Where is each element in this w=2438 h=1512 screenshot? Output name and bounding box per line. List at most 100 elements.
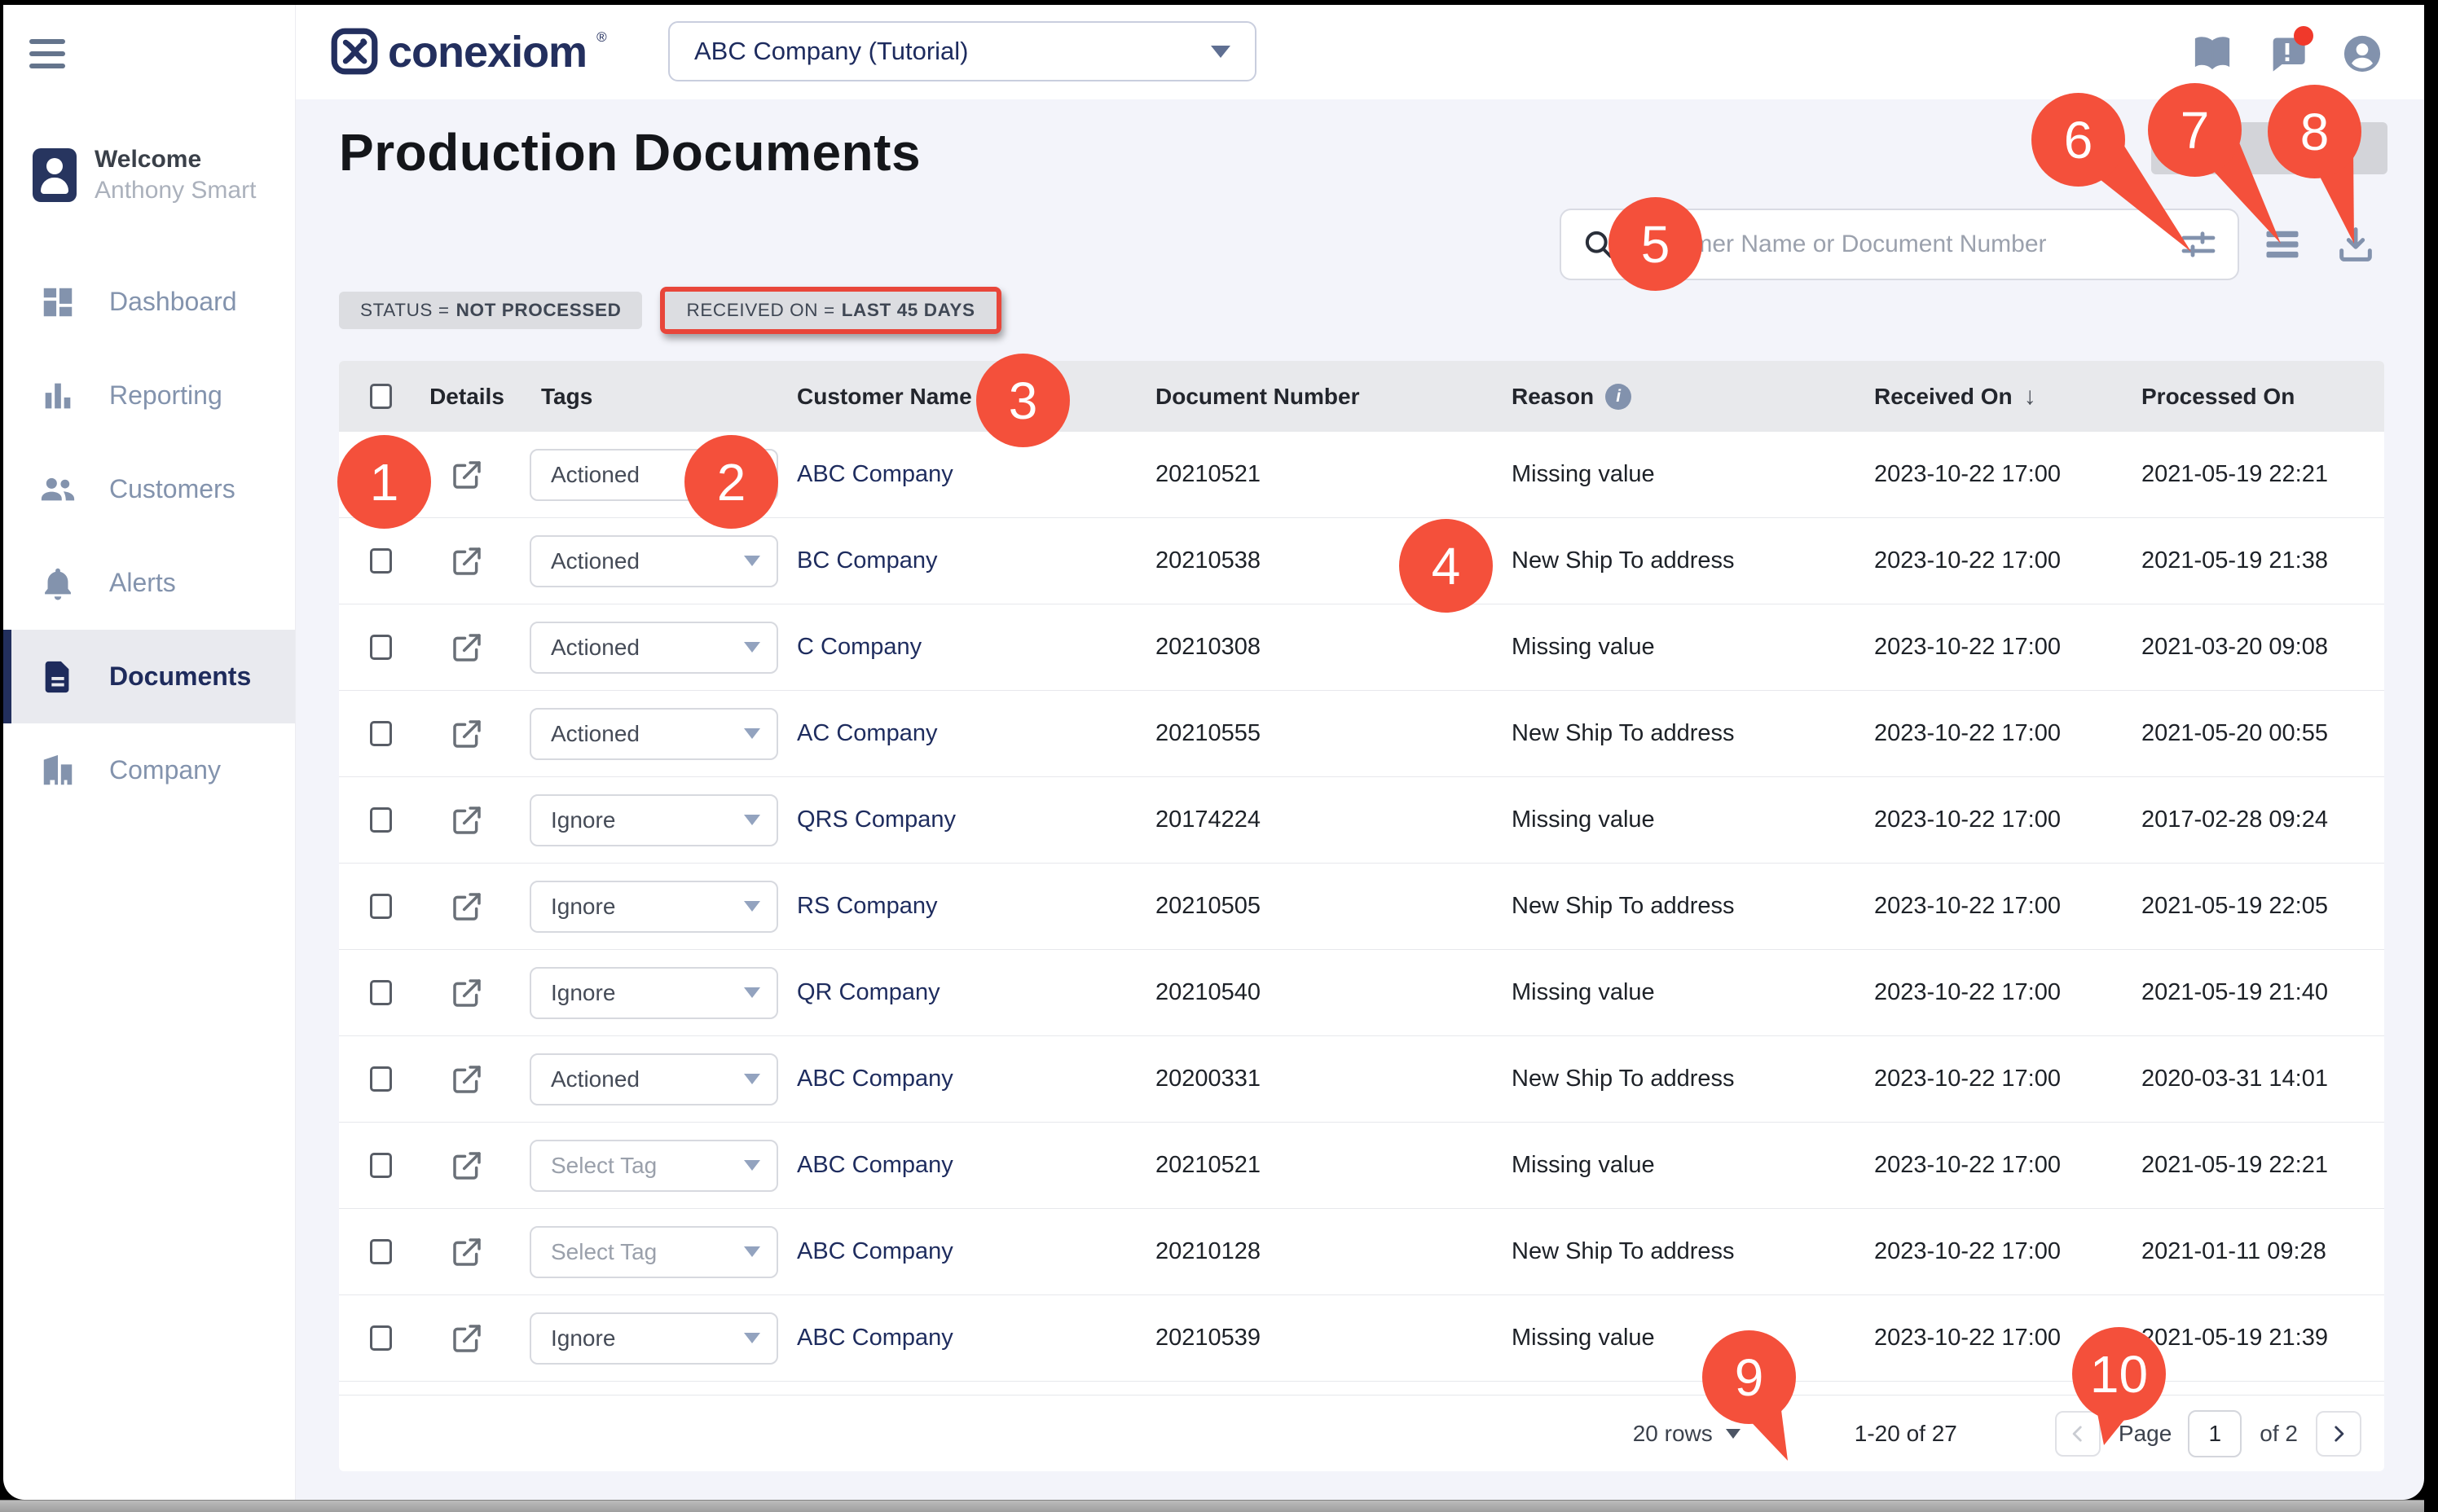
tag-select[interactable]: Ignore bbox=[530, 794, 778, 846]
tag-select[interactable]: Actioned bbox=[530, 535, 778, 587]
tag-value: Select Tag bbox=[551, 1239, 744, 1265]
table-row: Select Tag ABC Company 20210521 Missing … bbox=[339, 1123, 2384, 1209]
sidebar-item-alerts[interactable]: Alerts bbox=[3, 536, 295, 630]
row-checkbox[interactable] bbox=[370, 721, 392, 746]
select-all-checkbox[interactable] bbox=[370, 384, 392, 409]
tag-select[interactable]: Select Tag bbox=[530, 1226, 778, 1278]
table-row: Actioned ABC Company 20200331 New Ship T… bbox=[339, 1036, 2384, 1123]
next-page-button[interactable] bbox=[2316, 1411, 2361, 1457]
table-row: Ignore RS Company 20210505 New Ship To a… bbox=[339, 864, 2384, 950]
window-bottom-bar bbox=[0, 1500, 2424, 1512]
row-checkbox[interactable] bbox=[370, 980, 392, 1005]
received-on-value: 2023-10-22 17:00 bbox=[1874, 634, 2141, 661]
table-row: Actioned ABC Company 20210521 Missing va… bbox=[339, 432, 2384, 518]
open-details-icon[interactable] bbox=[451, 1322, 483, 1355]
tag-select[interactable]: Actioned bbox=[530, 708, 778, 760]
customer-name-link[interactable]: QRS Company bbox=[797, 807, 1155, 833]
processed-on-value: 2020-03-31 14:01 bbox=[2141, 1066, 2384, 1092]
sidebar-item-dashboard[interactable]: Dashboard bbox=[3, 255, 295, 349]
tutorial-highlight-box: RECEIVED ON = LAST 45 DAYS bbox=[660, 287, 1001, 334]
profile-icon[interactable] bbox=[2341, 33, 2383, 75]
customer-name-link[interactable]: ABC Company bbox=[797, 461, 1155, 488]
customer-name-link[interactable]: BC Company bbox=[797, 547, 1155, 574]
open-details-icon[interactable] bbox=[451, 1063, 483, 1096]
row-checkbox[interactable] bbox=[370, 807, 392, 833]
table-row: Actioned C Company 20210308 Missing valu… bbox=[339, 604, 2384, 691]
processed-on-value: 2021-05-20 00:55 bbox=[2141, 720, 2384, 747]
feedback-icon[interactable] bbox=[2266, 33, 2308, 75]
open-details-icon[interactable] bbox=[451, 545, 483, 578]
open-details-icon[interactable] bbox=[451, 890, 483, 923]
tutorial-callout-1: 1 bbox=[337, 435, 431, 529]
tag-select[interactable]: Actioned bbox=[530, 622, 778, 674]
row-checkbox[interactable] bbox=[370, 635, 392, 660]
user-avatar-icon bbox=[33, 148, 77, 202]
customer-name-link[interactable]: ABC Company bbox=[797, 1325, 1155, 1352]
row-checkbox[interactable] bbox=[370, 548, 392, 574]
sidebar-item-documents[interactable]: Documents bbox=[3, 630, 295, 723]
customer-name-link[interactable]: QR Company bbox=[797, 979, 1155, 1006]
row-checkbox[interactable] bbox=[370, 1239, 392, 1264]
sidebar-item-customers[interactable]: Customers bbox=[3, 442, 295, 536]
document-number: 20210128 bbox=[1155, 1238, 1512, 1265]
page-count-label: of 2 bbox=[2260, 1421, 2298, 1447]
reason-value: Missing value bbox=[1512, 979, 1874, 1006]
reason-value: Missing value bbox=[1512, 461, 1874, 488]
open-details-icon[interactable] bbox=[451, 631, 483, 664]
reason-value: Missing value bbox=[1512, 1152, 1874, 1179]
tag-value: Select Tag bbox=[551, 1153, 744, 1179]
reason-value: Missing value bbox=[1512, 807, 1874, 833]
received-on-value: 2023-10-22 17:00 bbox=[1874, 893, 2141, 920]
row-checkbox[interactable] bbox=[370, 1153, 392, 1178]
company-selector-value: ABC Company (Tutorial) bbox=[694, 37, 1211, 66]
topbar: conexiom ® ABC Company (Tutorial) bbox=[296, 5, 2424, 99]
tag-value: Actioned bbox=[551, 635, 744, 661]
row-checkbox[interactable] bbox=[370, 1066, 392, 1092]
open-details-icon[interactable] bbox=[451, 459, 483, 491]
customer-name-link[interactable]: ABC Company bbox=[797, 1238, 1155, 1265]
tag-select[interactable]: Select Tag bbox=[530, 1140, 778, 1192]
filter-chip-received-on[interactable]: RECEIVED ON = LAST 45 DAYS bbox=[665, 292, 996, 329]
chevron-down-icon bbox=[744, 1160, 760, 1171]
tag-select[interactable]: Ignore bbox=[530, 967, 778, 1019]
sidebar-item-company[interactable]: Company bbox=[3, 723, 295, 817]
customer-name-link[interactable]: ABC Company bbox=[797, 1066, 1155, 1092]
table-row: Ignore QR Company 20210540 Missing value… bbox=[339, 950, 2384, 1036]
open-details-icon[interactable] bbox=[451, 718, 483, 750]
sidebar-nav: Dashboard Reporting Customers Alerts Doc… bbox=[3, 255, 295, 817]
sidebar-item-reporting[interactable]: Reporting bbox=[3, 349, 295, 442]
tag-value: Ignore bbox=[551, 807, 744, 833]
customer-name-link[interactable]: C Company bbox=[797, 634, 1155, 661]
help-book-icon[interactable] bbox=[2191, 33, 2233, 75]
received-on-value: 2023-10-22 17:00 bbox=[1874, 461, 2141, 488]
row-checkbox[interactable] bbox=[370, 1325, 392, 1351]
info-icon[interactable]: i bbox=[1605, 384, 1631, 410]
table-body: Actioned ABC Company 20210521 Missing va… bbox=[339, 432, 2384, 1382]
processed-on-value: 2021-05-19 21:38 bbox=[2141, 547, 2384, 574]
tag-value: Ignore bbox=[551, 980, 744, 1006]
tag-select[interactable]: Ignore bbox=[530, 881, 778, 933]
open-details-icon[interactable] bbox=[451, 977, 483, 1009]
tag-value: Actioned bbox=[551, 548, 744, 574]
customer-name-link[interactable]: AC Company bbox=[797, 720, 1155, 747]
received-on-header[interactable]: Received On ↓ bbox=[1874, 383, 2141, 411]
open-details-icon[interactable] bbox=[451, 804, 483, 837]
reason-value: New Ship To address bbox=[1512, 547, 1874, 574]
document-number: 20210521 bbox=[1155, 1152, 1512, 1179]
reason-value: New Ship To address bbox=[1512, 893, 1874, 920]
filter-value: LAST 45 DAYS bbox=[842, 300, 975, 321]
menu-toggle-icon[interactable] bbox=[29, 39, 65, 68]
reason-header: Reason i bbox=[1512, 384, 1874, 410]
sidebar-item-label: Alerts bbox=[109, 568, 176, 598]
customer-name-link[interactable]: ABC Company bbox=[797, 1152, 1155, 1179]
open-details-icon[interactable] bbox=[451, 1149, 483, 1182]
tag-select[interactable]: Actioned bbox=[530, 1053, 778, 1105]
open-details-icon[interactable] bbox=[451, 1236, 483, 1268]
chevron-right-icon bbox=[2328, 1423, 2349, 1444]
tag-select[interactable]: Ignore bbox=[530, 1312, 778, 1365]
row-checkbox[interactable] bbox=[370, 894, 392, 919]
customer-name-link[interactable]: RS Company bbox=[797, 893, 1155, 920]
tutorial-callout-3: 3 bbox=[976, 354, 1070, 447]
company-selector[interactable]: ABC Company (Tutorial) bbox=[668, 21, 1256, 81]
filter-chip-status[interactable]: STATUS = NOT PROCESSED bbox=[339, 292, 642, 329]
